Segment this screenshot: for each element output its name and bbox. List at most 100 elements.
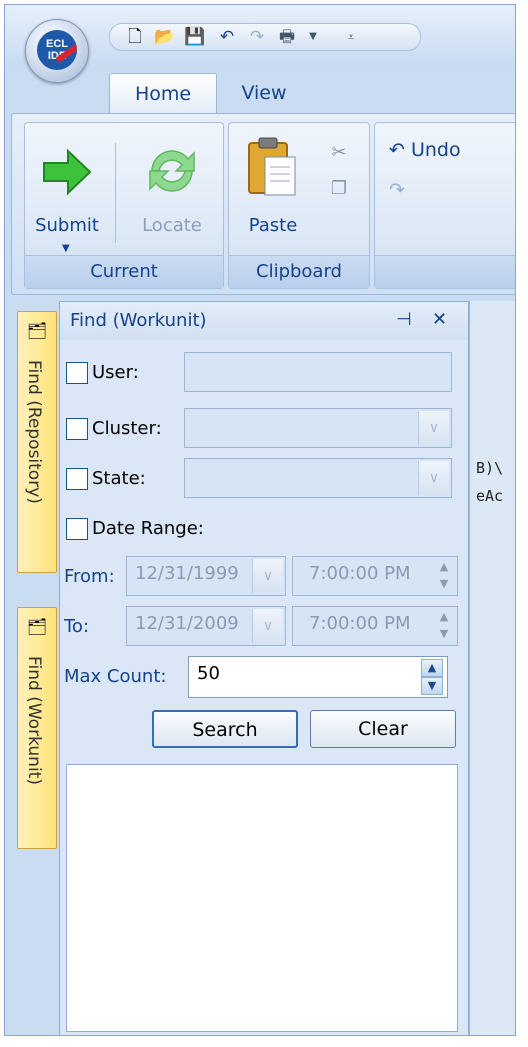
pin-icon[interactable]: ⊣: [396, 308, 412, 332]
group-clipboard-label: Clipboard: [229, 255, 369, 288]
locate-button: Locate: [127, 129, 217, 251]
max-count-row: Max Count: 50 ▲ ▼: [60, 656, 468, 698]
user-input[interactable]: [184, 352, 452, 392]
undo-button[interactable]: ↶ Undo: [389, 139, 461, 161]
new-file-icon[interactable]: 🗋: [124, 26, 146, 48]
user-row: User:: [60, 352, 468, 392]
group-edit: ↶ Undo ↷: [374, 122, 515, 289]
group-current-label: Current: [25, 255, 223, 288]
panel-title: Find (Workunit): [70, 310, 207, 331]
ribbon: Submit ▼ Locate Current Paste ✂ ❐ Clipbo…: [11, 113, 515, 295]
to-date-value: 12/31/2009: [135, 613, 239, 634]
to-label: To:: [64, 616, 90, 637]
chevron-down-icon[interactable]: ∨: [252, 559, 283, 593]
ecl-ide-window: 🗋 📂 💾 ↶ ↷ 🖶 ▼ ⩡ ECL IDE Home View Submit: [4, 4, 516, 1036]
locate-refresh-icon: [149, 150, 195, 192]
redo-icon: ↷: [249, 27, 265, 47]
spin-down-icon[interactable]: ▼: [433, 626, 455, 643]
from-time-picker[interactable]: 7:00:00 PM ▲ ▼: [292, 556, 458, 596]
spin-up-icon[interactable]: ▲: [433, 609, 455, 626]
submit-label: Submit: [35, 215, 99, 236]
spin-up-icon[interactable]: ▲: [433, 559, 455, 576]
search-button[interactable]: Search: [152, 710, 298, 748]
to-time-value: 7:00:00 PM: [309, 613, 411, 634]
dock-sidebar: 🗂 Find (Repository) 🗂 Find (Workunit): [9, 301, 57, 1035]
max-count-value: 50: [197, 663, 220, 684]
locate-label: Locate: [142, 215, 202, 236]
max-count-label: Max Count:: [64, 666, 167, 687]
to-time-spinner[interactable]: ▲ ▼: [433, 609, 455, 643]
save-icon[interactable]: 💾: [184, 26, 206, 48]
from-date-picker[interactable]: 12/31/1999 ∨: [126, 556, 286, 596]
group-clipboard: Paste ✂ ❐ Clipboard: [228, 122, 370, 289]
close-icon[interactable]: ✕: [432, 308, 447, 332]
group-current: Submit ▼ Locate Current: [24, 122, 224, 289]
undo-arrow-icon: ↶: [389, 139, 405, 161]
ecl-ide-logo: ECL IDE: [37, 30, 77, 70]
max-count-input[interactable]: 50 ▲ ▼: [188, 656, 448, 698]
find-repository-icon: 🗂: [26, 321, 48, 340]
state-checkbox[interactable]: [66, 468, 88, 490]
to-time-picker[interactable]: 7:00:00 PM ▲ ▼: [292, 606, 458, 646]
editor-area-edge: B)\ eAc: [469, 301, 515, 1035]
paste-button[interactable]: Paste: [233, 129, 313, 251]
sidebar-tab-label: Find (Repository): [24, 360, 44, 504]
find-workunit-panel: Find (Workunit) ⊣ ✕ User: Cluster: ∨ Sta…: [59, 301, 469, 1035]
spin-up-icon[interactable]: ▲: [421, 659, 443, 677]
to-date-picker[interactable]: 12/31/2009 ∨: [126, 606, 286, 646]
undo-icon[interactable]: ↶: [216, 26, 238, 48]
state-label: State:: [92, 468, 146, 489]
print-icon[interactable]: 🖶: [276, 26, 298, 48]
code-fragment: eAc: [476, 487, 504, 505]
sidebar-tab-find-repository[interactable]: 🗂 Find (Repository): [17, 311, 57, 573]
to-row: To: 12/31/2009 ∨ 7:00:00 PM ▲ ▼: [60, 606, 468, 646]
from-date-value: 12/31/1999: [135, 563, 239, 584]
spin-down-icon[interactable]: ▼: [433, 576, 455, 593]
paste-clipboard-icon: [248, 137, 296, 196]
group-edit-label: [375, 255, 515, 288]
results-list[interactable]: [66, 764, 458, 1032]
max-count-spinner[interactable]: ▲ ▼: [421, 659, 443, 695]
customize-toolbar-icon[interactable]: ⩡: [340, 26, 362, 48]
cluster-row: Cluster: ∨: [60, 408, 468, 448]
spin-down-icon[interactable]: ▼: [421, 677, 443, 695]
submit-button[interactable]: Submit ▼: [27, 129, 107, 254]
application-button[interactable]: ECL IDE: [25, 19, 89, 83]
tab-home[interactable]: Home: [109, 73, 217, 114]
cluster-label: Cluster:: [92, 418, 162, 439]
print-dropdown-icon[interactable]: ▼: [302, 26, 324, 48]
sidebar-tab-label: Find (Workunit): [24, 656, 44, 785]
panel-header: Find (Workunit) ⊣ ✕: [60, 302, 468, 340]
date-range-checkbox[interactable]: [66, 518, 88, 540]
code-fragment: B)\: [476, 459, 504, 477]
cluster-select[interactable]: ∨: [184, 408, 452, 448]
from-label: From:: [64, 566, 115, 587]
chevron-down-icon[interactable]: ∨: [418, 411, 449, 445]
from-time-value: 7:00:00 PM: [309, 563, 411, 584]
clear-button[interactable]: Clear: [310, 710, 456, 748]
date-range-label: Date Range:: [92, 518, 204, 539]
chevron-down-icon[interactable]: ∨: [418, 461, 449, 495]
user-checkbox[interactable]: [66, 362, 88, 384]
ribbon-tabs: Home View: [5, 69, 515, 114]
find-workunit-icon: 🗂: [26, 617, 48, 636]
state-row: State: ∨: [60, 458, 468, 498]
submit-arrow-icon: [43, 148, 92, 196]
paste-label: Paste: [248, 215, 298, 236]
user-label: User:: [92, 362, 139, 383]
chevron-down-icon[interactable]: ∨: [252, 609, 283, 643]
from-row: From: 12/31/1999 ∨ 7:00:00 PM ▲ ▼: [60, 556, 468, 596]
redo-arrow-icon: ↷: [389, 179, 405, 201]
sidebar-tab-find-workunit[interactable]: 🗂 Find (Workunit): [17, 607, 57, 849]
date-range-row: Date Range:: [60, 512, 468, 552]
undo-label: Undo: [410, 139, 461, 161]
cut-icon: ✂: [331, 142, 347, 163]
submit-dropdown-icon[interactable]: ▼: [62, 243, 70, 254]
from-time-spinner[interactable]: ▲ ▼: [433, 559, 455, 593]
divider: [115, 143, 116, 243]
open-folder-icon[interactable]: 📂: [154, 26, 176, 48]
quick-access-toolbar: 🗋 📂 💾 ↶ ↷ 🖶 ▼ ⩡: [109, 23, 421, 51]
tab-view[interactable]: View: [219, 73, 309, 113]
cluster-checkbox[interactable]: [66, 418, 88, 440]
state-select[interactable]: ∨: [184, 458, 452, 498]
